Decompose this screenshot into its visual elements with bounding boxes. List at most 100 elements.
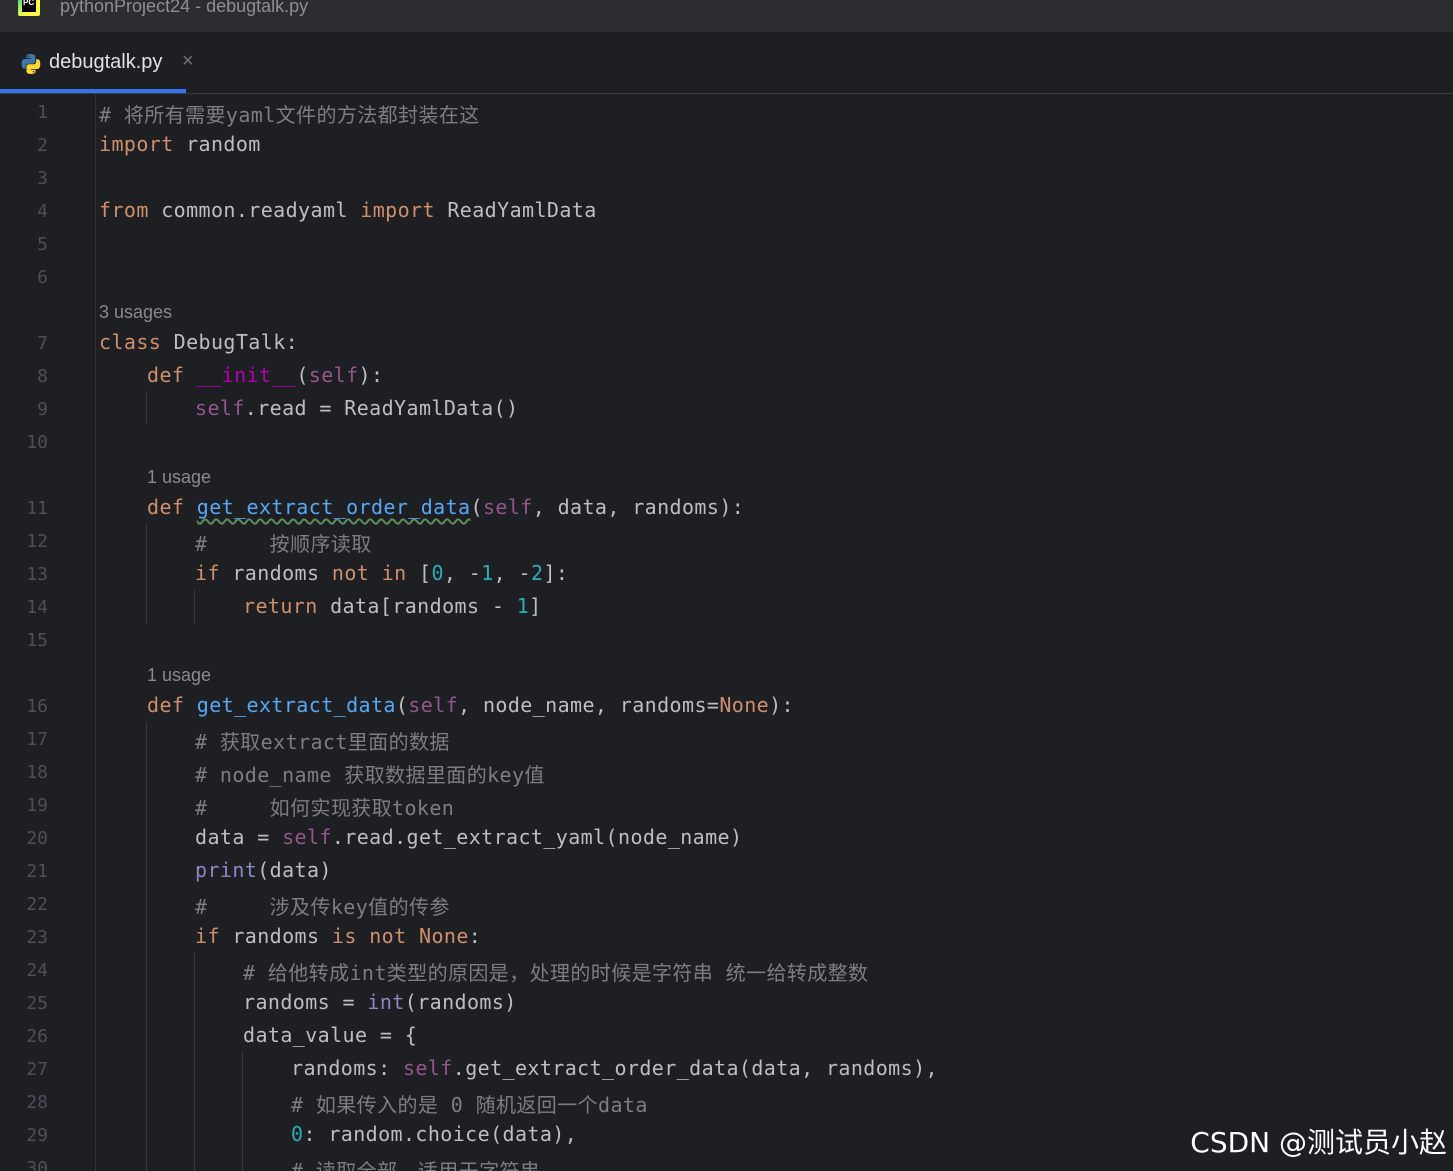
token: ( (470, 495, 483, 519)
self-token: self (195, 396, 245, 420)
code-editor[interactable]: 1 # 将所有需要yaml文件的方法都封装在这 2 import random … (0, 94, 1453, 1171)
usages-hint[interactable]: 1 usage (147, 467, 211, 488)
token: .read.get_extract_yaml(node_name) (331, 825, 743, 849)
token: DebugTalk: (161, 330, 299, 354)
line-number: 21 (26, 861, 48, 882)
code-text: data = self.read.get_extract_yaml(node_n… (195, 825, 742, 849)
line-number: 12 (26, 531, 48, 552)
usages-hint[interactable]: 1 usage (147, 665, 211, 686)
token: , - (443, 561, 482, 585)
editor-tab-bar: debugtalk.py × (0, 33, 1453, 94)
line-number: 23 (26, 927, 48, 948)
code-line: 8 def __init__(self): (0, 360, 1453, 393)
token: random (173, 132, 261, 156)
self-token: self (308, 363, 359, 387)
code-text: import random (99, 132, 261, 156)
token: ( (395, 693, 409, 717)
code-line: 24 # 给他转成int类型的原因是，处理的时候是字符串 统一给转成整数 (0, 954, 1453, 987)
code-line: 1 # 将所有需要yaml文件的方法都封装在这 (0, 96, 1453, 129)
function-name: __init__ (196, 363, 297, 387)
line-number: 20 (26, 828, 48, 849)
line-number: 9 (37, 399, 48, 420)
token: [ (406, 561, 432, 585)
code-line: 18 # node_name 获取数据里面的key值 (0, 756, 1453, 789)
token: data[randoms - (317, 594, 517, 618)
number: 2 (531, 561, 544, 585)
token: , data, randoms): (532, 495, 745, 519)
line-number: 15 (26, 630, 48, 651)
line-number: 7 (37, 333, 48, 354)
self-token: self (482, 495, 533, 519)
code-line: 25 randoms = int(randoms) (0, 987, 1453, 1020)
keyword: if (195, 924, 220, 948)
code-text: from common.readyaml import ReadYamlData (99, 198, 597, 222)
line-number: 25 (26, 993, 48, 1014)
keyword: class (99, 330, 162, 354)
builtin: int (367, 990, 405, 1014)
window-title: pythonProject24 - debugtalk.py (60, 0, 309, 16)
token: : (468, 924, 482, 948)
code-text: self.read = ReadYamlData() (195, 396, 518, 420)
line-number: 28 (26, 1092, 48, 1113)
code-line: 28 # 如果传入的是 0 随机返回一个data (0, 1086, 1453, 1119)
token: (data) (257, 858, 332, 882)
tab-debugtalk[interactable]: debugtalk.py × (0, 33, 194, 93)
line-number: 14 (26, 597, 48, 618)
tab-label: debugtalk.py (49, 51, 163, 73)
line-number: 6 (37, 267, 48, 288)
python-file-icon (21, 54, 41, 74)
line-number: 8 (37, 366, 48, 387)
keyword: None (719, 693, 770, 717)
line-number: 1 (37, 102, 48, 123)
code-line: 22 # 涉及传key值的传参 (0, 888, 1453, 921)
line-number: 30 (26, 1158, 48, 1171)
token: common.readyaml (148, 198, 361, 222)
tab-close-icon[interactable]: × (182, 50, 194, 73)
code-line: 15 (0, 624, 1453, 657)
inlay-hint-row: 3 usages (0, 294, 1453, 327)
line-number: 17 (26, 729, 48, 750)
pycharm-app-icon[interactable]: PC (18, 0, 40, 16)
code-line: 10 (0, 426, 1453, 459)
self-token: self (408, 693, 459, 717)
token: ): (358, 363, 384, 387)
code-text: return data[randoms - 1] (243, 594, 542, 618)
keyword: if (195, 561, 220, 585)
code-text: data_value = { (243, 1023, 418, 1047)
code-text: def get_extract_data(self, node_name, ra… (147, 693, 794, 717)
code-line: 26 data_value = { (0, 1020, 1453, 1053)
token: data = (195, 825, 283, 849)
code-line: 12 # 按顺序读取 (0, 525, 1453, 558)
code-text: randoms: self.get_extract_order_data(dat… (291, 1056, 938, 1080)
code-line: 5 (0, 228, 1453, 261)
line-number: 4 (37, 201, 48, 222)
self-token: self (402, 1056, 453, 1080)
code-text: # 将所有需要yaml文件的方法都封装在这 (99, 103, 480, 127)
code-line: 16 def get_extract_data(self, node_name,… (0, 690, 1453, 723)
code-line: 13 if randoms not in [0, -1, -2]: (0, 558, 1453, 591)
title-bar: PC pythonProject24 - debugtalk.py (0, 0, 1453, 33)
self-token: self (282, 825, 332, 849)
keyword: in (381, 561, 407, 585)
line-number: 2 (37, 135, 48, 156)
inlay-hint-row: 1 usage (0, 459, 1453, 492)
code-text: # 获取extract里面的数据 (195, 730, 450, 754)
keyword: None (419, 924, 469, 948)
token: randoms = (243, 990, 368, 1014)
line-number: 5 (37, 234, 48, 255)
code-line: 20 data = self.read.get_extract_yaml(nod… (0, 822, 1453, 855)
code-line: 17 # 获取extract里面的数据 (0, 723, 1453, 756)
line-number: 3 (37, 168, 48, 189)
code-text: # 涉及传key值的传参 (195, 895, 450, 919)
token: .get_extract_order_data(data, randoms), (452, 1056, 938, 1080)
token: randoms (219, 561, 332, 585)
line-number: 13 (26, 564, 48, 585)
code-text: # 如何实现获取token (195, 796, 455, 820)
number: 0 (291, 1122, 304, 1146)
code-text: randoms = int(randoms) (243, 990, 517, 1014)
line-number: 24 (26, 960, 48, 981)
usages-hint[interactable]: 3 usages (99, 302, 172, 323)
number: 1 (516, 594, 530, 618)
